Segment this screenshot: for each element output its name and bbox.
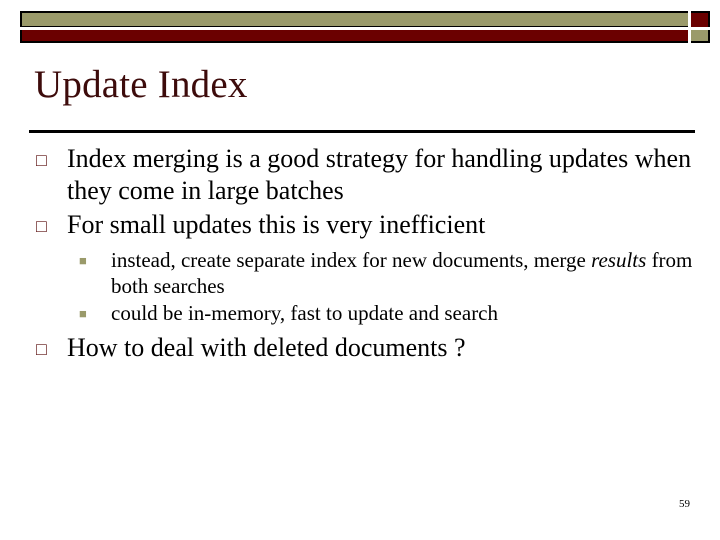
sub-list-item: ■ could be in-memory, fast to update and…: [29, 300, 701, 328]
header-decoration-row-bottom: [20, 30, 710, 43]
title-divider: [29, 130, 695, 133]
maroon-bar: [20, 30, 688, 43]
sub-list-item: ■ instead, create separate index for new…: [29, 247, 701, 299]
header-decoration: [20, 11, 710, 45]
sub-list-item-emphasis: results: [591, 248, 647, 272]
page-number: 59: [679, 498, 690, 510]
list-item-label: For small updates this is very inefficie…: [67, 210, 486, 239]
list-item-label: Index merging is a good strategy for han…: [67, 144, 692, 205]
page-title: Update Index: [34, 63, 248, 106]
olive-accent-square: [691, 30, 710, 43]
list-item-label: How to deal with deleted documents ?: [67, 333, 466, 362]
filled-square-bullet-icon: ■: [79, 306, 87, 321]
sub-list-item-label: could be in-memory, fast to update and s…: [111, 301, 499, 325]
list-item: □ Index merging is a good strategy for h…: [29, 143, 701, 207]
hollow-square-bullet-icon: □: [36, 150, 47, 170]
list-item: □ How to deal with deleted documents ?: [29, 332, 701, 366]
sub-list: ■ instead, create separate index for new…: [29, 247, 701, 328]
sub-list-item-text-before: instead, create separate index for new d…: [111, 248, 592, 272]
hollow-square-bullet-icon: □: [36, 216, 47, 236]
olive-bar: [20, 11, 688, 27]
hollow-square-bullet-icon: □: [36, 339, 47, 359]
header-decoration-row-top: [20, 11, 710, 27]
filled-square-bullet-icon: ■: [79, 253, 87, 268]
sub-list-item-label: instead, create separate index for new d…: [111, 247, 701, 299]
maroon-accent-square: [691, 11, 710, 27]
slide-body: □ Index merging is a good strategy for h…: [29, 143, 701, 368]
list-item: □ For small updates this is very ineffic…: [29, 209, 701, 243]
